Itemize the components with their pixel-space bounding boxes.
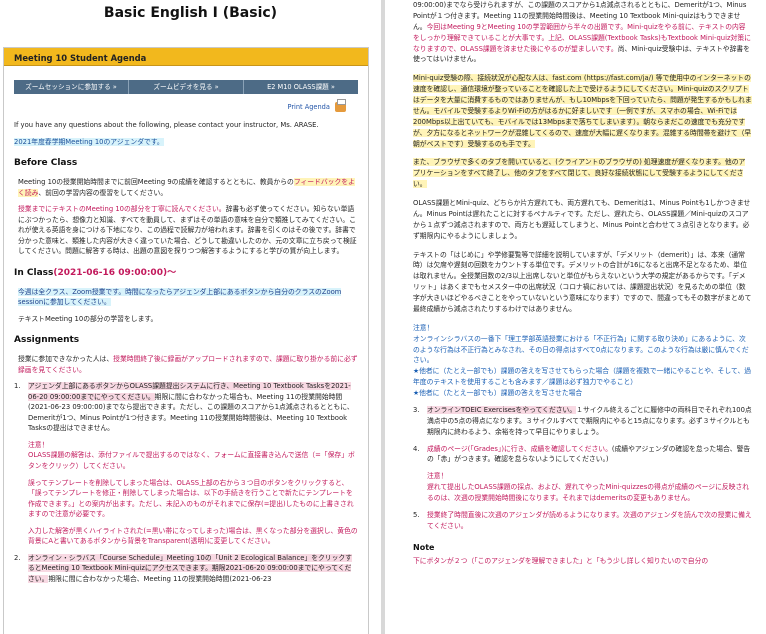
cheating-note-l3: ★他者に（たとえ一部でも）課題の答えを写させた場合 <box>413 389 583 397</box>
zoom-session-button[interactable]: ズームセッションに参加する » <box>14 80 129 94</box>
course-title: Basic English I (Basic) <box>103 5 278 21</box>
assignment-num: 3. <box>413 405 420 414</box>
in-class-time: (2021-06-16 09:00:00)～ <box>53 267 177 278</box>
before-class-p1: Meeting 10の授業開始時間までに前回Meeting 9の成績を確認すると… <box>14 177 358 198</box>
agenda-header: Meeting 10 Student Agenda <box>4 48 368 66</box>
assignment-1-note-body: OLASS課題の解答は、添付ファイルで提出するのではなく、フォームに直接書き込ん… <box>28 451 355 470</box>
assignment-num: 4. <box>413 444 420 453</box>
cheating-note-l2: ★他者に（たとえ一部でも）課題の答えを写させてもらった場合（課題を複数で一緒にや… <box>413 367 752 387</box>
zoom-video-button[interactable]: ズームビデオを見る » <box>129 80 244 94</box>
late-note-head: 注意！ <box>427 472 448 481</box>
before-class-p2: 授業までにテキストのMeeting 10の部分を丁寧に読んでください。辞書も必ず… <box>14 204 358 257</box>
right-p-cont-b: 今回はMeeting 9とMeeting 10の学習範囲から半々の出題です。 <box>426 22 628 31</box>
before-class-heading: Before Class <box>14 158 78 169</box>
before-class-p1c: 、前回の学習内容の復習をしてください。 <box>38 188 168 197</box>
assignment-item-1: 1. アジェンダ上部にあるボタンからOLASS課題提出システムに行き、Meeti… <box>14 381 358 546</box>
cheating-note-l1: オンラインシラバスの一番下「理工学部英語授業における「不正行為」に関する取り決め… <box>413 334 749 365</box>
contact-text: If you have any questions about the foll… <box>14 121 319 129</box>
assignments-intro: 授業に参加できなかった人は、授業時間終了後に録画がアップロードされますので、課題… <box>14 354 358 375</box>
assignment-3-main: オンラインTOEIC Exercisesをやってください。 <box>427 405 577 414</box>
olass-assignment-button[interactable]: E2 M10 OLASS課題 » <box>244 80 358 94</box>
print-agenda-link[interactable]: Print Agenda <box>287 103 329 111</box>
assignment-4-main: 成績のページ(「Grades」)に行き、成績を確認してください。 <box>427 444 612 453</box>
agenda-year-text: 2021年度春学期Meeting 10のアジェンダです。 <box>14 137 164 146</box>
nav-bar: ズームセッションに参加する » ズームビデオを見る » E2 M10 OLASS… <box>14 80 358 94</box>
browser-tabs-text: また、ブラウザで多くのタブを開いていると、(クライアントのブラウザの) 処理速度… <box>413 158 746 189</box>
right-content: 09:00:00)までなら受けられますが、この課題のスコアから1点減点されるとと… <box>385 0 766 567</box>
assignment-list: 1. アジェンダ上部にあるボタンからOLASS課題提出システムに行き、Meeti… <box>14 381 358 584</box>
assignments-heading: Assignments <box>14 335 80 346</box>
note-line: 下にボタンが２つ（「このアジェンダを理解できました」と「もう少し詳しく知りたいの… <box>413 557 709 566</box>
assignment-5-main: 授業終了時間直後に次週のアジェンダが読めるようになります。次週のアジェンダを読ん… <box>427 510 752 530</box>
in-class-heading: In Class(2021-06-16 09:00:00)～ <box>14 267 358 281</box>
printer-icon[interactable] <box>335 99 346 112</box>
demerit-text: OLASS課題とMini-quiz、どちらか片方遅れても、両方遅れても、Deme… <box>413 199 751 240</box>
in-class-p1: 今週は全クラス、Zoom授業です。時間になったらアジェンダ上部にあるボタンから自… <box>18 287 342 307</box>
print-row: Print Agenda <box>4 99 368 114</box>
right-pane: 09:00:00)までなら受けられますが、この課題のスコアから1点減点されるとと… <box>385 0 766 634</box>
agenda-content: If you have any questions about the foll… <box>4 120 368 584</box>
note-heading: Note <box>413 542 435 552</box>
assignment-item-2: 2. オンライン・シラバス「Course Schedule」Meeting 10… <box>14 553 358 585</box>
assignment-2-detail: 期限に間に合わなかった場合、Meeting 11の授業開始時間(2021-06-… <box>48 574 272 583</box>
before-class-p1a: Meeting 10の授業開始時間までに前回Meeting 9の成績を確認すると… <box>18 178 294 186</box>
assignment-item-3: 3. オンラインTOEIC Exercisesをやってください。１サイクル終える… <box>413 405 752 438</box>
assignment-1-highlight-note: 入力した解答が黒くハイライトされた(=黒い帯になってしまった)場合は、黒くなった… <box>28 526 358 546</box>
assignment-item-5: 5. 授業終了時間直後に次週のアジェンダが読めるようになります。次週のアジェンダ… <box>413 510 752 532</box>
assignment-1-template-note: 誤ってテンプレートを削除してしまった場合は、OLASS上部の右から３つ目のボタン… <box>28 478 354 519</box>
in-class-p2: テキストMeeting 10の部分の学習をします。 <box>18 314 158 323</box>
agenda-box: Meeting 10 Student Agenda ズームセッションに参加する … <box>3 47 369 634</box>
assignment-num: 1. <box>14 382 21 391</box>
assignments-intro-a: 授業に参加できなかった人は、 <box>18 355 114 364</box>
demerit-definition-text: テキストの「はじめに」や学修要覧等で詳細を説明していますが、「デメリット（dem… <box>413 250 752 313</box>
assignment-list-right: 3. オンラインTOEIC Exercisesをやってください。１サイクル終える… <box>413 405 752 532</box>
speed-check-text: Mini-quiz受験の際、接続状況が心配な人は、fast.com (https… <box>413 74 752 148</box>
before-class-p2a: 授業までにテキストのMeeting 10の部分を丁寧に読んでください。 <box>18 205 226 214</box>
in-class-label: In Class <box>14 267 54 278</box>
late-note-body: 遅れて提出したOLASS課題の採点、および、遅れてやったMini-quizzes… <box>427 483 750 502</box>
cheating-note: 注意！ オンラインシラバスの一番下「理工学部英語授業における「不正行為」に関する… <box>413 323 752 399</box>
cheating-note-head: 注意！ <box>413 323 434 332</box>
right-p-cont: 09:00:00)までなら受けられますが、この課題のスコアから1点減点されるとと… <box>413 0 752 65</box>
assignment-1-note-head: 注意！ <box>28 440 49 449</box>
assignment-num: 2. <box>14 553 21 562</box>
left-pane: Basic English I (Basic) Meeting 10 Stude… <box>0 0 381 634</box>
assignment-num: 5. <box>413 510 420 519</box>
assignment-item-4: 4. 成績のページ(「Grades」)に行き、成績を確認してください。(成績やア… <box>413 444 752 504</box>
